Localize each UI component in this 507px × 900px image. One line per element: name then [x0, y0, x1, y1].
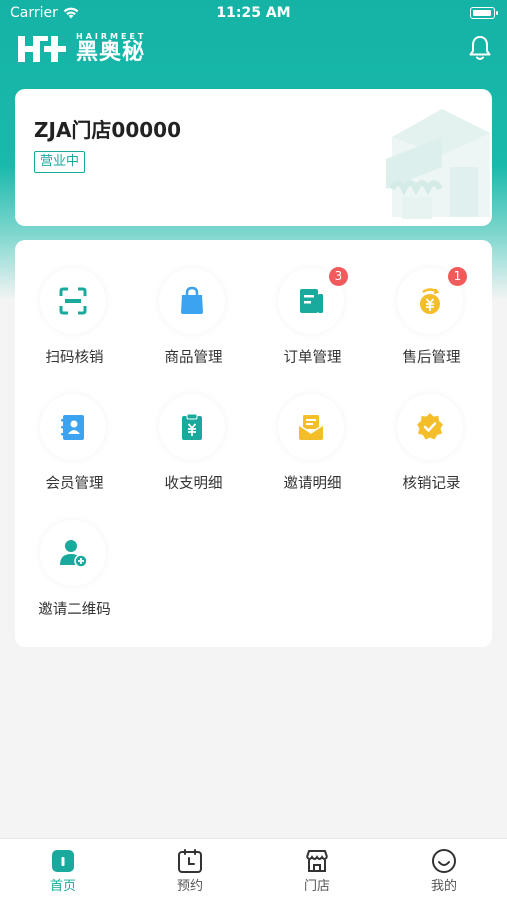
add-user-icon — [60, 540, 88, 568]
tab-label: 预约 — [176, 879, 203, 894]
calendar-clock-icon — [178, 849, 202, 873]
coin-icon — [420, 288, 440, 314]
menu-label: 核销记录 — [402, 476, 461, 492]
bell-icon[interactable] — [467, 34, 493, 62]
logo-mark-icon — [18, 36, 66, 62]
store-name: ZJA门店00000 — [34, 118, 182, 142]
brand-logo: HAIRMEET 黑奥秘 — [16, 30, 146, 66]
tab-label: 门店 — [303, 879, 330, 894]
menu-item-order-management[interactable]: 3 订单管理 — [253, 240, 372, 366]
home-icon — [52, 850, 74, 872]
menu-item-verify-records[interactable]: 核销记录 — [372, 366, 491, 492]
menu-label: 邀请二维码 — [38, 602, 111, 618]
store-icon — [306, 850, 328, 872]
order-book-icon — [300, 289, 323, 313]
menu-item-invite-details[interactable]: 邀请明细 — [253, 366, 372, 492]
store-card[interactable]: ZJA门店00000 营业中 — [15, 89, 492, 226]
menu-item-invite-qrcode[interactable]: 邀请二维码 — [15, 492, 134, 618]
check-badge-icon — [417, 413, 443, 440]
menu-item-scan-verify[interactable]: 扫码核销 — [15, 240, 134, 366]
tab-mine[interactable]: 我的 — [381, 839, 507, 900]
clock: 11:25 AM — [216, 5, 291, 21]
battery-icon — [470, 7, 498, 19]
logo-chinese-text: 黑奥秘 — [76, 39, 146, 65]
menu-item-after-sales[interactable]: 1 售后管理 — [372, 240, 491, 366]
smile-icon — [432, 849, 456, 873]
menu-item-product-management[interactable]: 商品管理 — [134, 240, 253, 366]
tab-appointment[interactable]: 预约 — [127, 839, 253, 900]
tab-store[interactable]: 门店 — [254, 839, 380, 900]
tab-label: 我的 — [430, 879, 457, 894]
menu-label: 订单管理 — [283, 350, 342, 366]
store-status-badge: 营业中 — [34, 151, 86, 173]
notification-badge: 1 — [448, 267, 467, 286]
menu-label: 邀请明细 — [283, 476, 342, 492]
member-book-icon — [61, 415, 84, 440]
menu-item-income-expense[interactable]: 收支明细 — [134, 366, 253, 492]
status-bar: Carrier 11:25 AM — [0, 0, 507, 28]
scan-icon — [59, 287, 87, 315]
menu-label: 扫码核销 — [45, 350, 104, 366]
bottom-tab-bar: 首页 预约 门店 我的 — [0, 838, 507, 900]
menu-item-member-management[interactable]: 会员管理 — [15, 366, 134, 492]
store-illustration-icon — [386, 109, 490, 219]
notification-badge: 3 — [329, 267, 348, 286]
clipboard-yuan-icon — [182, 413, 202, 440]
menu-label: 会员管理 — [45, 476, 104, 492]
envelope-icon — [298, 415, 324, 440]
tab-label: 首页 — [49, 879, 76, 894]
app-header: HAIRMEET 黑奥秘 — [0, 28, 507, 72]
tab-home[interactable]: 首页 — [0, 839, 126, 900]
menu-label: 售后管理 — [402, 350, 461, 366]
menu-label: 商品管理 — [164, 350, 223, 366]
menu-label: 收支明细 — [164, 476, 223, 492]
feature-menu: 扫码核销 商品管理 3 订单管理 1 售后管理 会员管理 收支明细 邀请明细 核… — [15, 240, 492, 647]
shopping-bag-icon — [181, 286, 203, 314]
